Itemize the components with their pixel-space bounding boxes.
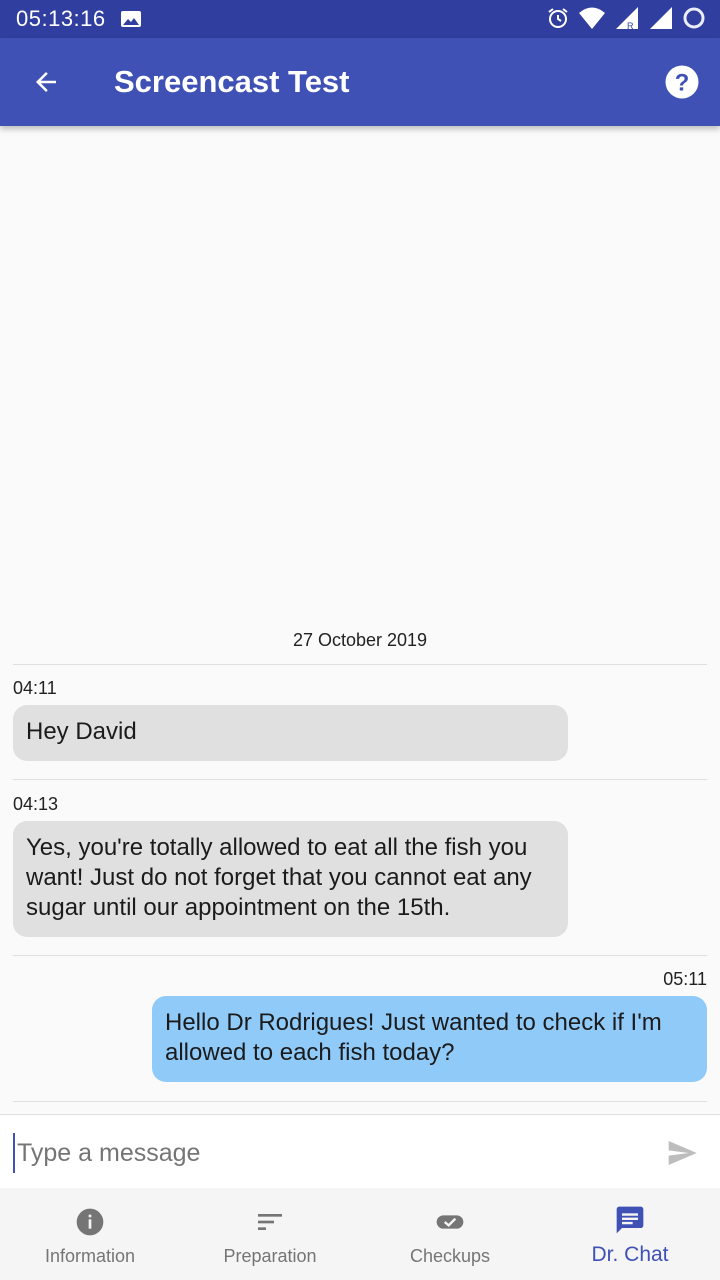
- svg-text:?: ?: [675, 69, 690, 96]
- received-message-bubble[interactable]: Yes, you're totally allowed to eat all t…: [13, 821, 568, 937]
- send-icon[interactable]: [664, 1137, 700, 1169]
- wifi-icon: [579, 7, 605, 29]
- nav-item-dr-chat[interactable]: Dr. Chat: [540, 1188, 720, 1280]
- divider: [13, 779, 707, 780]
- nav-label: Checkups: [409, 1246, 491, 1266]
- date-separator: 27 October 2019: [292, 630, 428, 650]
- divider: [13, 664, 707, 665]
- status-time: 05:13:16: [16, 6, 106, 31]
- alarm-icon: [548, 8, 568, 28]
- message-time: 05:11: [663, 969, 707, 989]
- back-button[interactable]: [24, 60, 68, 104]
- battery-icon: [683, 7, 705, 29]
- signal-icon: [650, 7, 672, 29]
- nav-item-checkups[interactable]: Checkups: [360, 1188, 540, 1280]
- info-icon: [76, 1208, 104, 1236]
- pill-check-icon: [436, 1215, 464, 1229]
- bottom-navigation: Information Preparation Checkups Dr. Cha…: [0, 1188, 720, 1280]
- divider: [13, 955, 707, 956]
- message-input[interactable]: [13, 1133, 639, 1173]
- nav-label: Dr. Chat: [591, 1243, 669, 1266]
- status-bar: 05:13:16 R: [0, 0, 720, 38]
- chat-area[interactable]: 27 October 2019 04:11 Hey David 04:13 Ye…: [0, 126, 720, 1114]
- message-time: 04:13: [13, 794, 59, 814]
- signal-r-icon: R: [616, 7, 638, 30]
- received-message-bubble[interactable]: Hey David: [13, 705, 568, 761]
- divider: [13, 1101, 707, 1102]
- image-notification-icon: [120, 11, 141, 27]
- nav-label: Information: [44, 1246, 136, 1266]
- nav-item-preparation[interactable]: Preparation: [180, 1188, 360, 1280]
- app-bar: Screencast Test ?: [0, 38, 720, 126]
- nav-label: Preparation: [223, 1246, 317, 1266]
- help-icon[interactable]: ?: [664, 64, 700, 100]
- page-title: Screencast Test: [114, 64, 350, 99]
- status-icons: R: [546, 6, 706, 30]
- svg-text:R: R: [627, 21, 634, 30]
- chat-icon: [616, 1206, 644, 1234]
- message-composer: [0, 1114, 720, 1189]
- sent-message-bubble[interactable]: Hello Dr Rodrigues! Just wanted to check…: [152, 996, 707, 1082]
- sort-icon: [258, 1214, 282, 1230]
- message-time: 04:11: [13, 678, 57, 698]
- arrow-back-icon: [36, 72, 56, 92]
- nav-item-information[interactable]: Information: [0, 1188, 180, 1280]
